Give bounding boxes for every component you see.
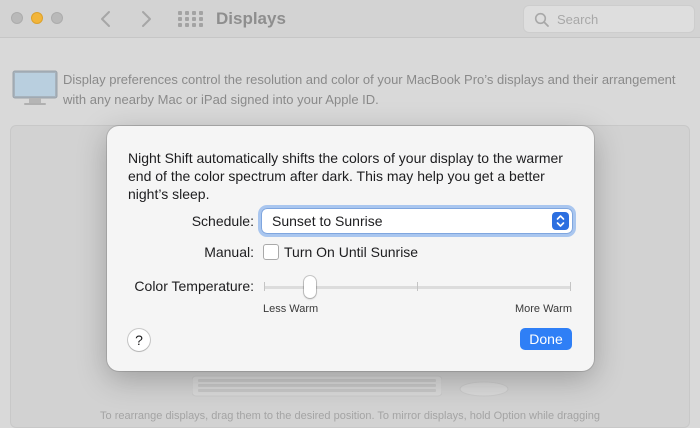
night-shift-sheet: Night Shift automatically shifts the col…: [107, 126, 594, 371]
intro-text: Display preferences control the resoluti…: [63, 72, 676, 107]
schedule-value: Sunset to Sunrise: [272, 213, 383, 229]
color-temperature-label: Color Temperature:: [134, 278, 254, 294]
chevron-right-icon: [142, 11, 151, 27]
show-all-grid-icon[interactable]: [178, 11, 203, 27]
slider-min-label: Less Warm: [263, 303, 319, 315]
schedule-label: Schedule:: [191, 213, 254, 229]
back-button[interactable]: [94, 7, 118, 31]
title-bar: Displays Search: [0, 0, 700, 38]
arrangement-hint: To rearrange displays, drag them to the …: [100, 410, 600, 422]
done-button[interactable]: Done: [520, 328, 572, 350]
forward-button[interactable]: [134, 7, 158, 31]
slider-tick: [417, 282, 418, 291]
slider-tick: [570, 282, 571, 291]
slider-knob[interactable]: [304, 276, 317, 298]
help-button[interactable]: ?: [128, 329, 150, 351]
turn-on-until-sunrise-label[interactable]: Turn On Until Sunrise: [284, 244, 418, 260]
slider-max-label: More Warm: [514, 303, 572, 315]
schedule-popup[interactable]: Sunset to Sunrise: [261, 208, 573, 234]
manual-label: Manual:: [204, 244, 254, 260]
search-field[interactable]: Search: [523, 5, 695, 33]
close-window-button[interactable]: [11, 12, 23, 24]
search-icon: [534, 12, 549, 27]
minimize-window-button[interactable]: [31, 12, 43, 24]
chevron-left-icon: [101, 11, 110, 27]
slider-tick: [264, 282, 265, 291]
search-placeholder: Search: [557, 12, 599, 27]
window-title: Displays: [216, 9, 286, 28]
keyboard-icon: [192, 375, 442, 397]
turn-on-until-sunrise-checkbox[interactable]: [263, 244, 279, 260]
display-icon: [12, 70, 58, 105]
chevron-updown-icon: [552, 212, 569, 230]
zoom-window-button[interactable]: [51, 12, 63, 24]
night-shift-description: Night Shift automatically shifts the col…: [128, 150, 563, 202]
mouse-icon: [459, 381, 509, 397]
